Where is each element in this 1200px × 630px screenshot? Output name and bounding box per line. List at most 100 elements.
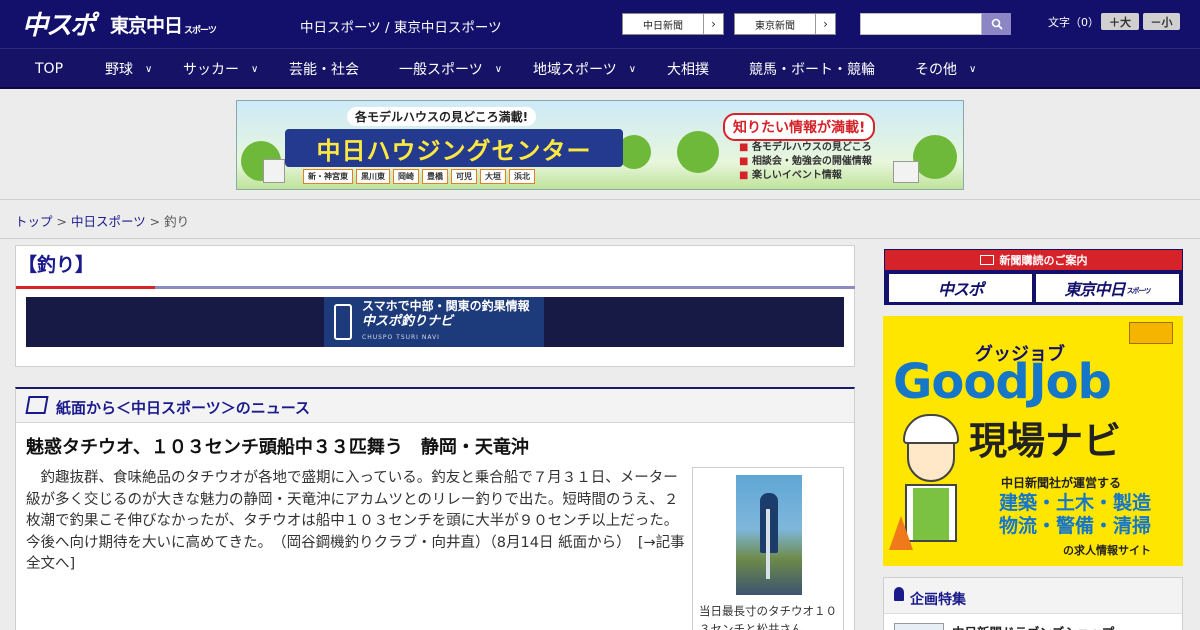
category-title: 【釣り】 bbox=[18, 254, 95, 276]
housing-area: 大垣 bbox=[480, 169, 506, 184]
category-header: 【釣り】 スマホで中部・関東の釣果情報 中スポ釣りナビ CHUSPO TSURI… bbox=[15, 245, 855, 367]
tree-graphic bbox=[677, 131, 719, 173]
tokyo-logo-suffix: スポーツ bbox=[184, 25, 217, 36]
subscribe-tokyo-chunichi-button[interactable]: 東京中日 スポーツ bbox=[1036, 274, 1179, 302]
divider bbox=[0, 238, 1200, 239]
goodjob-desc2b: 物流・警備・清掃 bbox=[999, 515, 1152, 537]
housing-tagline: 各モデルハウスの見どころ満載! bbox=[347, 107, 537, 126]
font-size-label: 文字（0） bbox=[1048, 16, 1099, 29]
face-graphic bbox=[907, 442, 955, 482]
breadcrumb-current: 釣り bbox=[164, 214, 190, 229]
chunichi-shimbun-link[interactable]: 中日新聞 › bbox=[622, 13, 724, 35]
news-section-header: 紙面から＜中日スポーツ＞のニュース bbox=[16, 389, 854, 423]
nav-racing[interactable]: 競馬・ボート・競輪 bbox=[749, 49, 875, 89]
subscribe-chuspo-button[interactable]: 中スポ bbox=[889, 274, 1032, 302]
category-underline bbox=[155, 286, 855, 289]
goodjob-desc1: 中日新聞社が運営する bbox=[1001, 476, 1122, 490]
tokyo-chunichi-logo[interactable]: 東京中日 スポーツ bbox=[110, 10, 217, 38]
chevron-down-icon: ∨ bbox=[494, 63, 503, 75]
chuspo-logo[interactable]: 中スポ bbox=[22, 8, 96, 41]
subscription-header: 新聞購読のご案内 bbox=[885, 250, 1182, 270]
nav-label: 野球 bbox=[105, 62, 133, 78]
nav-label: その他 bbox=[915, 62, 957, 78]
top-ad-area: 各モデルハウスの見どころ満載! 中日ハウジングセンター 新・神宮東 黒川東 岡崎… bbox=[0, 90, 1200, 200]
goodjob-ad[interactable]: グッジョブ GoodJob 現場ナビ 中日新聞社が運営する 建築・土木・製造 物… bbox=[883, 316, 1183, 566]
newspaper-icon bbox=[979, 255, 994, 265]
subscribe-tokyo-label: 東京中日 bbox=[1064, 280, 1126, 299]
font-smaller-button[interactable]: －小 bbox=[1143, 13, 1180, 30]
goodjob-navi: 現場ナビ bbox=[969, 419, 1122, 463]
feature-thumbnail[interactable] bbox=[894, 623, 944, 630]
traffic-cone-graphic bbox=[889, 516, 913, 550]
news-section-title: 紙面から＜中日スポーツ＞のニュース bbox=[56, 399, 310, 417]
photo-caption: 当日最長寸のタチウオ１０３センチと松井さん bbox=[699, 604, 837, 630]
nav-label: 競馬・ボート・競輪 bbox=[749, 62, 875, 78]
housing-title: 中日ハウジングセンター bbox=[285, 129, 623, 167]
fish-figure bbox=[766, 509, 770, 579]
nav-soccer[interactable]: サッカー ∨ bbox=[183, 49, 258, 89]
newspaper-icon bbox=[25, 396, 49, 414]
nav-baseball[interactable]: 野球 ∨ bbox=[105, 49, 152, 89]
nav-label: 芸能・社会 bbox=[289, 62, 359, 78]
ribbon-icon bbox=[894, 587, 904, 601]
housing-center-ad[interactable]: 各モデルハウスの見どころ満載! 中日ハウジングセンター 新・神宮東 黒川東 岡崎… bbox=[236, 100, 964, 190]
subscription-title: 新聞購読のご案内 bbox=[999, 254, 1088, 267]
chevron-right-icon: › bbox=[703, 14, 723, 34]
nav-other[interactable]: その他 ∨ bbox=[915, 49, 976, 89]
nav-label: 大相撲 bbox=[667, 62, 709, 78]
nav-top[interactable]: TOP bbox=[35, 49, 63, 89]
nav-sumo[interactable]: 大相撲 bbox=[667, 49, 709, 89]
main-nav: TOP 野球 ∨ サッカー ∨ 芸能・社会 一般スポーツ ∨ 地域スポーツ ∨ 大相撲 … bbox=[0, 48, 1200, 89]
search-icon bbox=[991, 18, 1003, 30]
nav-general-sports[interactable]: 一般スポーツ ∨ bbox=[399, 49, 502, 89]
housing-area: 黒川東 bbox=[356, 169, 390, 184]
chevron-down-icon: ∨ bbox=[969, 63, 977, 75]
article-photo-box: 当日最長寸のタチウオ１０３センチと松井さん bbox=[692, 467, 844, 630]
nav-label: 一般スポーツ bbox=[399, 62, 483, 78]
nav-local-sports[interactable]: 地域スポーツ ∨ bbox=[533, 49, 636, 89]
nav-label: サッカー bbox=[183, 62, 239, 78]
article-summary: 釣趣抜群、食味絶品のタチウオが各地で盛期に入っている。釣友と乗合船で７月３１日、… bbox=[26, 468, 686, 576]
tokyo-shimbun-link[interactable]: 東京新聞 › bbox=[734, 13, 836, 35]
chunichi-shimbun-label: 中日新聞 bbox=[643, 20, 683, 32]
truck-graphic bbox=[1129, 322, 1173, 344]
house-graphic bbox=[893, 161, 919, 183]
breadcrumb-separator: > bbox=[145, 214, 165, 229]
housing-area: 可児 bbox=[451, 169, 477, 184]
tsuri-navi-inner: スマホで中部・関東の釣果情報 中スポ釣りナビ CHUSPO TSURI NAVI bbox=[324, 297, 544, 347]
breadcrumb-chunichi-sports[interactable]: 中日スポーツ bbox=[71, 214, 146, 229]
site-header: 中スポ 東京中日 スポーツ 中日スポーツ / 東京中日スポーツ 中日新聞 › 東京… bbox=[0, 0, 1200, 48]
tokyo-shimbun-label: 東京新聞 bbox=[755, 20, 795, 32]
news-section: 紙面から＜中日スポーツ＞のニュース 魅惑タチウオ、１０３センチ頭船中３３匹舞う … bbox=[15, 387, 855, 630]
goodjob-title: GoodJob bbox=[893, 354, 1112, 410]
breadcrumb-separator: > bbox=[52, 214, 71, 229]
smartphone-icon bbox=[334, 304, 352, 340]
search-button[interactable] bbox=[982, 13, 1011, 35]
special-features-header: 企画特集 bbox=[884, 578, 1182, 614]
housing-area: 新・神宮東 bbox=[303, 169, 353, 184]
feature-link[interactable]: 中日新聞ドラゴンズショップ bbox=[952, 622, 1114, 630]
breadcrumb: トップ > 中日スポーツ > 釣り bbox=[15, 211, 189, 230]
housing-area: 豊橋 bbox=[422, 169, 448, 184]
article-photo[interactable] bbox=[736, 475, 802, 595]
housing-feature: 各モデルハウスの見どころ bbox=[739, 141, 872, 155]
tree-graphic bbox=[913, 135, 957, 179]
site-title: 中日スポーツ / 東京中日スポーツ bbox=[300, 20, 502, 36]
helmet-graphic bbox=[903, 414, 959, 444]
special-features-title: 企画特集 bbox=[910, 592, 966, 608]
font-bigger-button[interactable]: ＋大 bbox=[1101, 13, 1139, 30]
vest-graphic bbox=[913, 488, 949, 540]
nav-label: TOP bbox=[35, 61, 64, 77]
breadcrumb-top[interactable]: トップ bbox=[15, 214, 53, 229]
housing-area: 岡崎 bbox=[393, 169, 419, 184]
search-input[interactable] bbox=[860, 13, 982, 35]
nav-entertainment[interactable]: 芸能・社会 bbox=[289, 49, 359, 89]
goodjob-desc2a: 建築・土木・製造 bbox=[999, 492, 1152, 514]
tsuri-navi-banner[interactable]: スマホで中部・関東の釣果情報 中スポ釣りナビ CHUSPO TSURI NAVI bbox=[26, 297, 844, 347]
nav-label: 地域スポーツ bbox=[533, 62, 617, 78]
housing-right-title: 知りたい情報が満載! bbox=[723, 113, 876, 141]
article-headline[interactable]: 魅惑タチウオ、１０３センチ頭船中３３匹舞う 静岡・天竜沖 bbox=[26, 433, 529, 459]
category-underline-accent bbox=[16, 286, 155, 289]
chevron-down-icon: ∨ bbox=[251, 63, 259, 75]
subscribe-tokyo-suffix: スポーツ bbox=[1126, 287, 1152, 295]
